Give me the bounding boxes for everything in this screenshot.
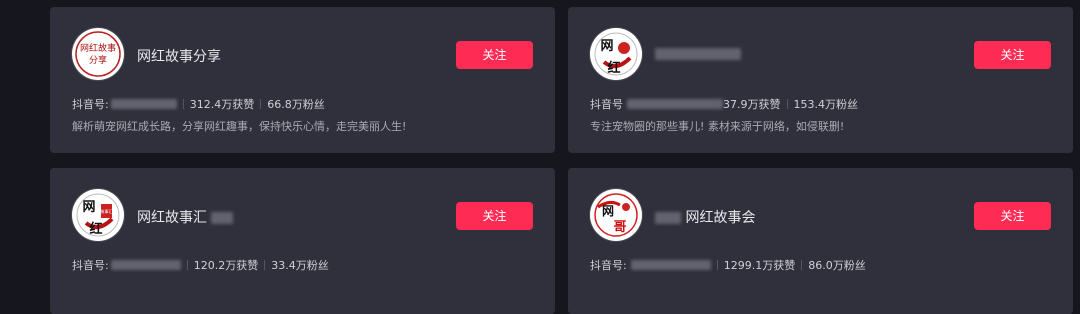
avatar-text: 红 — [607, 60, 620, 76]
id-label: 抖音号: — [72, 259, 109, 272]
likes-count: 120.2万获赞 — [193, 259, 259, 272]
avatar[interactable]: 网 红 — [590, 28, 642, 80]
fans-count: 66.8万粉丝 — [267, 98, 325, 111]
redacted-id — [110, 260, 181, 270]
avatar-text: 网红故事 — [80, 42, 116, 54]
redacted-id — [110, 99, 177, 109]
account-card[interactable]: 网红故事 分享 网红故事分享 关注 抖音号: 312.4万获赞 66.8万粉丝 … — [50, 7, 555, 153]
fans-count: 33.4万粉丝 — [271, 259, 329, 272]
avatar-text: 网 — [82, 200, 95, 215]
account-description: 解析萌宠网红成长路，分享网红趣事，保持快乐心情，走完美丽人生! — [72, 120, 407, 133]
divider — [182, 99, 184, 109]
likes-count: 37.9万获赞 — [723, 98, 781, 111]
redacted-name — [211, 212, 234, 224]
account-description: 专注宠物圈的那些事儿! 素材来源于网络，如侵联删! — [590, 120, 845, 133]
avatar-text: 网 — [602, 204, 614, 218]
redacted-name — [655, 212, 681, 224]
avatar-text: 红 — [89, 221, 102, 237]
redacted-id — [627, 99, 723, 109]
divider — [264, 260, 266, 270]
avatar-text: 网 — [600, 39, 613, 54]
follow-button[interactable]: 关注 — [456, 41, 533, 69]
follow-button[interactable]: 关注 — [456, 202, 533, 230]
id-label: 抖音号: — [590, 259, 627, 272]
follow-button[interactable]: 关注 — [974, 41, 1051, 69]
stats-row: 抖音号: 120.2万获赞 33.4万粉丝 — [72, 257, 329, 273]
id-label: 抖音号: — [72, 98, 109, 111]
divider — [186, 260, 188, 270]
account-card[interactable]: 网 哥 网红故事会 关注 抖音号: 1299.1万获赞 86.0万粉丝 — [568, 168, 1073, 314]
stats-row: 抖音号 37.9万获赞 153.4万粉丝 — [590, 96, 858, 112]
account-name[interactable] — [655, 46, 741, 62]
account-name[interactable]: 网红故事会 — [655, 207, 755, 227]
avatar-text: 故事汇 — [101, 208, 113, 214]
account-card[interactable]: 网 红 关注 抖音号 37.9万获赞 153.4万粉丝 专注宠物圈的那些事儿! … — [568, 7, 1073, 153]
likes-count: 1299.1万获赞 — [723, 259, 796, 272]
avatar-text: 哥 — [613, 219, 626, 235]
redacted-id — [630, 260, 711, 270]
likes-count: 312.4万获赞 — [189, 98, 255, 111]
avatar-text: 分享 — [89, 54, 107, 66]
stats-row: 抖音号: 312.4万获赞 66.8万粉丝 — [72, 96, 325, 112]
stats-row: 抖音号: 1299.1万获赞 86.0万粉丝 — [590, 257, 866, 273]
divider — [260, 99, 262, 109]
account-name[interactable]: 网红故事分享 — [137, 46, 221, 66]
avatar[interactable]: 网红故事 分享 — [72, 28, 124, 80]
divider — [786, 99, 788, 109]
fans-count: 153.4万粉丝 — [793, 98, 859, 111]
avatar[interactable]: 网 红 故事汇 — [72, 189, 124, 241]
divider — [716, 260, 718, 270]
account-name[interactable]: 网红故事汇 — [137, 207, 234, 227]
redacted-name — [655, 48, 741, 60]
fans-count: 86.0万粉丝 — [808, 259, 866, 272]
divider — [801, 260, 803, 270]
avatar[interactable]: 网 哥 — [590, 189, 642, 241]
id-label: 抖音号 — [590, 98, 623, 111]
account-card[interactable]: 网 红 故事汇 网红故事汇 关注 抖音号: 120.2万获赞 33.4万粉丝 — [50, 168, 555, 314]
follow-button[interactable]: 关注 — [974, 202, 1051, 230]
